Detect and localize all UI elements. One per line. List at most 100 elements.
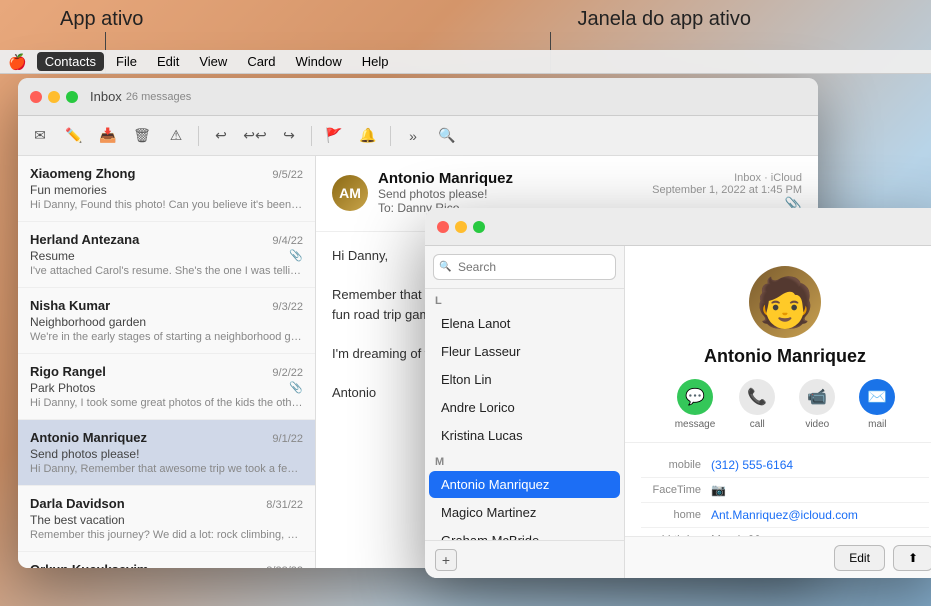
call-icon: 📞 <box>739 379 775 415</box>
mail-item-rangel[interactable]: Rigo Rangel 9/2/22 Park Photos 📎 Hi Dann… <box>18 354 315 420</box>
mail-detail-tagline: Send photos please! <box>378 187 513 201</box>
share-contact-button[interactable]: ⬆ <box>893 545 931 571</box>
field-value-email[interactable]: Ant.Manriquez@icloud.com <box>711 508 858 522</box>
contact-message-button[interactable]: 💬 message <box>675 379 716 430</box>
call-label: call <box>750 419 765 430</box>
video-icon: 📹 <box>799 379 835 415</box>
contact-detail-footer: Edit ⬆ <box>625 536 931 578</box>
separator-3 <box>390 126 391 146</box>
contacts-footer: + <box>425 540 624 578</box>
section-label-m: M <box>425 450 624 470</box>
message-icon: 💬 <box>677 379 713 415</box>
contacts-close-button[interactable] <box>437 221 449 233</box>
close-button[interactable] <box>30 91 42 103</box>
apple-menu[interactable]: 🍎 <box>8 53 27 71</box>
contact-video-button[interactable]: 📹 video <box>799 379 835 430</box>
mail-titlebar: Inbox 26 messages <box>18 78 818 116</box>
menubar-edit[interactable]: Edit <box>149 52 187 71</box>
video-label: video <box>805 419 829 430</box>
contact-item-antonio[interactable]: Antonio Manriquez <box>429 471 620 498</box>
compose-icon[interactable]: ✉ <box>26 122 54 150</box>
mail-item-zhong[interactable]: Xiaomeng Zhong 9/5/22 Fun memories Hi Da… <box>18 156 315 222</box>
mail-label: mail <box>868 419 886 430</box>
forward-icon[interactable]: ↪ <box>275 122 303 150</box>
traffic-lights <box>30 91 78 103</box>
section-label-l: L <box>425 289 624 309</box>
mail-item-davidson[interactable]: Darla Davidson 8/31/22 The best vacation… <box>18 486 315 552</box>
contact-item-kristina[interactable]: Kristina Lucas <box>429 422 620 449</box>
field-value-facetime[interactable]: 📷 <box>711 483 726 497</box>
fullscreen-button[interactable] <box>66 91 78 103</box>
annotation-app-ativo: App ativo <box>60 8 143 31</box>
contacts-traffic-lights <box>437 221 485 233</box>
field-birthday: birthday March 29 <box>641 528 929 536</box>
more-icon[interactable]: » <box>399 122 427 150</box>
contact-item-fleur[interactable]: Fleur Lasseur <box>429 338 620 365</box>
mail-item-kumar[interactable]: Nisha Kumar 9/3/22 Neighborhood garden W… <box>18 288 315 354</box>
contact-detail-panel: 🧑 Antonio Manriquez 💬 message 📞 call 📹 v… <box>625 246 931 578</box>
contact-memoji-avatar: 🧑 <box>749 266 821 338</box>
edit-contact-button[interactable]: Edit <box>834 545 885 571</box>
contact-actions: 💬 message 📞 call 📹 video ✉️ mail <box>675 379 896 430</box>
field-value-mobile[interactable]: (312) 555-6164 <box>711 458 793 472</box>
field-mobile: mobile (312) 555-6164 <box>641 453 929 478</box>
reply-icon[interactable]: ↩ <box>207 122 235 150</box>
menubar: 🍎 Contacts File Edit View Card Window He… <box>0 50 931 74</box>
trash-icon[interactable]: 🗑 <box>128 122 156 150</box>
contact-fields: mobile (312) 555-6164 FaceTime 📷 home An… <box>625 443 931 536</box>
mail-item-antezana[interactable]: Herland Antezana 9/4/22 Resume 📎 I've at… <box>18 222 315 288</box>
contacts-minimize-button[interactable] <box>455 221 467 233</box>
field-email: home Ant.Manriquez@icloud.com <box>641 503 929 528</box>
menubar-help[interactable]: Help <box>354 52 397 71</box>
field-label-home-email: home <box>641 508 711 522</box>
minimize-button[interactable] <box>48 91 60 103</box>
mail-inbox-title: Inbox <box>90 89 122 104</box>
contacts-list-panel: L Elena Lanot Fleur Lasseur Elton Lin An… <box>425 246 625 578</box>
contact-mail-button[interactable]: ✉️ mail <box>859 379 895 430</box>
mail-toolbar: ✉ ✏️ 📥 🗑 ⚠ ↩ ↩↩ ↪ 🚩 🔔 » 🔍 <box>18 116 818 156</box>
mail-inbox-subtitle: 26 messages <box>126 91 191 103</box>
mail-detail-date: September 1, 2022 at 1:45 PM <box>652 184 802 196</box>
contacts-titlebar <box>425 208 931 246</box>
menubar-file[interactable]: File <box>108 52 145 71</box>
contact-item-andre[interactable]: Andre Lorico <box>429 394 620 421</box>
mail-item-kucuksevim[interactable]: Orkun Kucuksevim 8/28/22 New hiking trai… <box>18 552 315 568</box>
contact-item-magico[interactable]: Magico Martinez <box>429 499 620 526</box>
flag-icon[interactable]: 🚩 <box>320 122 348 150</box>
mail-detail-inbox: Inbox · iCloud <box>652 172 802 184</box>
reply-all-icon[interactable]: ↩↩ <box>241 122 269 150</box>
notification-icon[interactable]: 🔔 <box>354 122 382 150</box>
new-message-icon[interactable]: ✏️ <box>60 122 88 150</box>
contacts-list: L Elena Lanot Fleur Lasseur Elton Lin An… <box>425 289 624 540</box>
contacts-fullscreen-button[interactable] <box>473 221 485 233</box>
mail-detail-sender-name: Antonio Manriquez <box>378 170 513 187</box>
separator-2 <box>311 126 312 146</box>
junk-icon[interactable]: ⚠ <box>162 122 190 150</box>
contact-detail-header: 🧑 Antonio Manriquez 💬 message 📞 call 📹 v… <box>625 246 931 443</box>
mail-icon: ✉️ <box>859 379 895 415</box>
menubar-contacts[interactable]: Contacts <box>37 52 104 71</box>
contacts-search-bar <box>425 246 624 289</box>
menubar-card[interactable]: Card <box>239 52 283 71</box>
field-label-mobile: mobile <box>641 458 711 472</box>
mail-item-manriquez[interactable]: Antonio Manriquez 9/1/22 Send photos ple… <box>18 420 315 486</box>
mail-sender-avatar: AM <box>332 175 368 211</box>
annotation-janela-ativo: Janela do app ativo <box>578 8 751 31</box>
contact-item-graham[interactable]: Graham McBride <box>429 527 620 540</box>
menubar-window[interactable]: Window <box>288 52 350 71</box>
mail-list: Xiaomeng Zhong 9/5/22 Fun memories Hi Da… <box>18 156 316 568</box>
contacts-window: L Elena Lanot Fleur Lasseur Elton Lin An… <box>425 208 931 578</box>
add-contact-button[interactable]: + <box>435 549 457 571</box>
separator-1 <box>198 126 199 146</box>
field-facetime: FaceTime 📷 <box>641 478 929 503</box>
contact-item-elton[interactable]: Elton Lin <box>429 366 620 393</box>
contact-item-elena[interactable]: Elena Lanot <box>429 310 620 337</box>
field-label-facetime: FaceTime <box>641 483 711 497</box>
message-label: message <box>675 419 716 430</box>
archive-icon[interactable]: 📥 <box>94 122 122 150</box>
menubar-view[interactable]: View <box>191 52 235 71</box>
search-icon[interactable]: 🔍 <box>433 122 461 150</box>
contact-name: Antonio Manriquez <box>704 346 866 367</box>
contact-call-button[interactable]: 📞 call <box>739 379 775 430</box>
contacts-search-input[interactable] <box>433 254 616 280</box>
